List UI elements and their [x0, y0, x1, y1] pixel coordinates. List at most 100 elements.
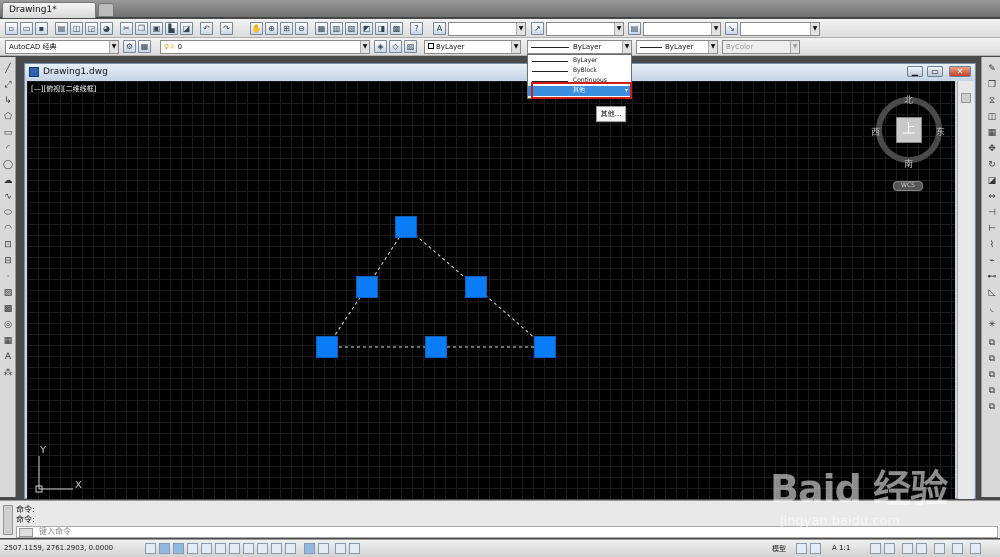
revision-cloud-icon[interactable]: ☁	[2, 175, 14, 187]
polyline-icon[interactable]: ↳	[2, 95, 14, 107]
minimize-button[interactable]: ▁	[907, 66, 923, 77]
block-editor-icon[interactable]: ◪	[180, 22, 193, 35]
ellipse-arc-icon[interactable]: ◠	[2, 223, 14, 235]
add-selected-icon[interactable]: ⁂	[2, 367, 14, 379]
viewcube[interactable]: 上 北 南 东 西	[871, 95, 945, 170]
drawing-window-titlebar[interactable]: Drawing1.dwg ▁ ▭ ✕	[25, 64, 975, 80]
copy-object-icon[interactable]: ❐	[986, 79, 998, 91]
zoom-window-icon[interactable]: ⊞	[280, 22, 293, 35]
vertical-scrollbar[interactable]	[957, 81, 974, 499]
send-under-icon[interactable]: ⧉	[986, 401, 998, 413]
tool-palettes-icon[interactable]: ▧	[345, 22, 358, 35]
layer-properties-icon[interactable]: ▦	[138, 40, 151, 53]
calculator-icon[interactable]: ▩	[390, 22, 403, 35]
auto-scale-icon[interactable]	[884, 543, 895, 554]
transparency-toggle[interactable]	[304, 543, 315, 554]
linetype-combo[interactable]: ByLayer ▼	[527, 40, 632, 54]
save-icon[interactable]: ▪	[35, 22, 48, 35]
grip-base-midpoint[interactable]	[425, 336, 447, 358]
grip-right-midpoint[interactable]	[465, 276, 487, 298]
join-icon[interactable]: ⊷	[986, 271, 998, 283]
command-prompt-icon[interactable]	[19, 528, 33, 537]
hatch-icon[interactable]: ▨	[2, 287, 14, 299]
layout-1-button[interactable]	[796, 543, 807, 554]
new-tab-button[interactable]	[98, 3, 114, 17]
break-at-point-icon[interactable]: ⌇	[986, 239, 998, 251]
infer-constraints-toggle[interactable]	[145, 543, 156, 554]
multiline-text-icon[interactable]: A	[2, 351, 14, 363]
grid-display-toggle[interactable]	[173, 543, 184, 554]
insert-block-icon[interactable]: ⊡	[2, 239, 14, 251]
compass-west[interactable]: 西	[871, 125, 880, 138]
copy-icon[interactable]: ❐	[135, 22, 148, 35]
grip-top-vertex[interactable]	[395, 216, 417, 238]
line-icon[interactable]: ╱	[2, 63, 14, 75]
circle-icon[interactable]: ◯	[2, 159, 14, 171]
erase-icon[interactable]: ✎	[986, 63, 998, 75]
lineweight-toggle[interactable]	[285, 543, 296, 554]
scale-icon[interactable]: ◪	[986, 175, 998, 187]
lock-ui-icon[interactable]	[916, 543, 927, 554]
dynamic-input-toggle[interactable]	[271, 543, 282, 554]
pan-icon[interactable]: ✋	[250, 22, 263, 35]
model-space-canvas[interactable]: [—][俯视][二维线框] Y X 上 北 南 东 西 WCS	[27, 81, 955, 499]
rotate-icon[interactable]: ↻	[986, 159, 998, 171]
annotation-monitor-toggle[interactable]	[349, 543, 360, 554]
grip-left-midpoint[interactable]	[356, 276, 378, 298]
bring-above-icon[interactable]: ⧉	[986, 385, 998, 397]
grip-bottom-left-vertex[interactable]	[316, 336, 338, 358]
new-file-icon[interactable]: ▫	[5, 22, 18, 35]
multileader-style-combo[interactable]: ▼	[740, 22, 820, 36]
move-icon[interactable]: ✥	[986, 143, 998, 155]
chamfer-icon[interactable]: ◺	[986, 287, 998, 299]
print-icon[interactable]: ▤	[55, 22, 68, 35]
stretch-icon[interactable]: ⇔	[986, 191, 998, 203]
workspace-switch-icon[interactable]	[902, 543, 913, 554]
tab-drawing1[interactable]: Drawing1*	[2, 2, 96, 18]
isolate-objects-icon[interactable]	[952, 543, 963, 554]
gradient-icon[interactable]: ▩	[2, 303, 14, 315]
trim-icon[interactable]: ⊣	[986, 207, 998, 219]
help-icon[interactable]: ?	[410, 22, 423, 35]
dim-style-icon[interactable]: ↗	[531, 22, 544, 35]
clean-screen-icon[interactable]	[970, 543, 981, 554]
viewcube-top-face[interactable]: 上	[896, 117, 922, 143]
zoom-realtime-icon[interactable]: ⊕	[265, 22, 278, 35]
paste-icon[interactable]: ▣	[150, 22, 163, 35]
draworder-icon[interactable]: ⧉	[986, 337, 998, 349]
lineweight-combo[interactable]: ByLayer ▼	[636, 40, 718, 54]
properties-icon[interactable]: ▦	[315, 22, 328, 35]
explode-icon[interactable]: ✳	[986, 319, 998, 331]
undo-icon[interactable]: ↶	[200, 22, 213, 35]
command-window-grip[interactable]	[3, 505, 13, 535]
redo-icon[interactable]: ↷	[220, 22, 233, 35]
3d-object-snap-toggle[interactable]	[229, 543, 240, 554]
grip-bottom-right-vertex[interactable]	[534, 336, 556, 358]
quick-properties-toggle[interactable]	[318, 543, 329, 554]
wcs-menu[interactable]: WCS	[893, 181, 923, 191]
sheet-set-icon[interactable]: ◩	[360, 22, 373, 35]
layer-combo[interactable]: ♀☼ 0 ▼	[160, 40, 370, 54]
markup-icon[interactable]: ◨	[375, 22, 388, 35]
array-icon[interactable]: ▦	[986, 127, 998, 139]
fillet-icon[interactable]: ◟	[986, 303, 998, 315]
scrollbar-thumb[interactable]	[961, 93, 971, 103]
hardware-acceleration-icon[interactable]	[934, 543, 945, 554]
cut-icon[interactable]: ✂	[120, 22, 133, 35]
quick-view-button[interactable]	[810, 543, 821, 554]
arc-icon[interactable]: ◜	[2, 143, 14, 155]
text-style-combo[interactable]: ▼	[448, 22, 526, 36]
open-file-icon[interactable]: ▭	[20, 22, 33, 35]
construction-line-icon[interactable]: ⤢	[2, 79, 14, 91]
publish-icon[interactable]: ◲	[85, 22, 98, 35]
restore-button[interactable]: ▭	[927, 66, 943, 77]
3d-print-icon[interactable]: ◕	[100, 22, 113, 35]
annotation-visibility-icon[interactable]	[870, 543, 881, 554]
polygon-icon[interactable]: ⬠	[2, 111, 14, 123]
annotation-scale[interactable]: A 1:1	[832, 544, 850, 552]
bring-front-icon[interactable]: ⧉	[986, 353, 998, 365]
close-button[interactable]: ✕	[949, 66, 971, 77]
model-space-button[interactable]: 模型	[772, 544, 786, 554]
table-style-icon[interactable]: ▤	[628, 22, 641, 35]
point-icon[interactable]: ·	[2, 271, 14, 283]
